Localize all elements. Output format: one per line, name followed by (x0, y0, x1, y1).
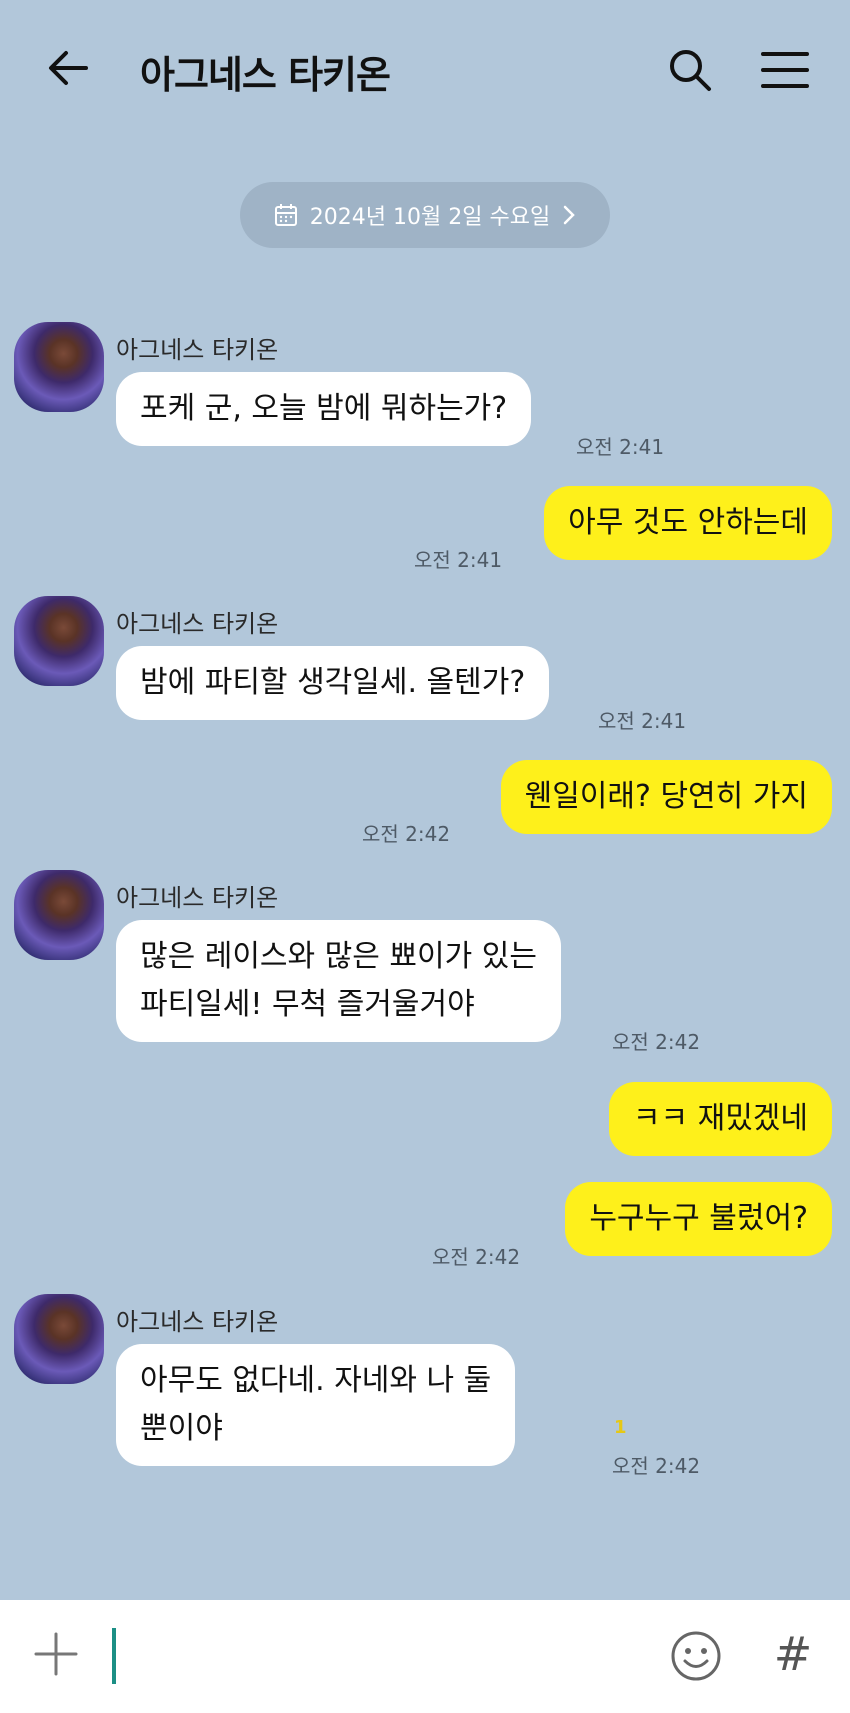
message-time: 오전 2:42 (612, 1454, 701, 1478)
message-line: 아무도 없다네. 자네와 나 둘 (140, 1363, 492, 1398)
avatar[interactable] (14, 870, 104, 960)
unread-count: 1 (614, 1417, 627, 1438)
outgoing-message[interactable]: 누구누구 불렀어? (565, 1182, 832, 1256)
sender-name: 아그네스 타키온 (116, 1308, 279, 1336)
message-line: 많은 레이스와 많은 뾰이가 있는 (140, 939, 537, 974)
message-input-bar: # (0, 1600, 850, 1713)
avatar[interactable] (14, 322, 104, 412)
date-divider[interactable]: 2024년 10월 2일 수요일 (240, 182, 610, 248)
chat-title: 아그네스 타키온 (140, 53, 391, 97)
message-time: 오전 2:41 (598, 709, 687, 733)
arrow-left-icon (49, 51, 88, 85)
emoji-icon (671, 1631, 721, 1681)
message-time: 오전 2:41 (576, 435, 665, 459)
chevron-right-icon (563, 205, 575, 225)
attach-button[interactable] (28, 1626, 84, 1682)
message-line: 뿐이야 (140, 1411, 223, 1446)
back-button[interactable] (40, 40, 96, 96)
hashtag-button[interactable]: # (765, 1626, 821, 1682)
sender-name: 아그네스 타키온 (116, 610, 279, 638)
sender-name: 아그네스 타키온 (116, 336, 279, 364)
outgoing-message[interactable]: ㅋㅋ 재밌겠네 (608, 1082, 832, 1156)
message-time: 오전 2:41 (414, 548, 503, 572)
plus-icon (34, 1632, 78, 1676)
chat-header: 아그네스 타키온 (0, 0, 850, 135)
incoming-message[interactable]: 많은 레이스와 많은 뾰이가 있는 파티일세! 무척 즐거울거야 (116, 920, 561, 1042)
calendar-icon (274, 204, 297, 226)
date-label: 2024년 10월 2일 수요일 (309, 205, 551, 230)
emoji-button[interactable] (668, 1628, 724, 1684)
message-time: 오전 2:42 (612, 1030, 701, 1054)
message-input[interactable] (112, 1628, 116, 1684)
message-time: 오전 2:42 (362, 822, 451, 846)
incoming-message[interactable]: 포케 군, 오늘 밤에 뭐하는가? (116, 372, 532, 446)
hamburger-menu-icon (761, 52, 809, 88)
message-line: 파티일세! 무척 즐거울거야 (140, 987, 475, 1022)
avatar[interactable] (14, 1294, 104, 1384)
incoming-message[interactable]: 밤에 파티할 생각일세. 올텐가? (116, 646, 550, 720)
outgoing-message[interactable]: 웬일이래? 당연히 가지 (500, 760, 832, 834)
search-button[interactable] (660, 40, 720, 100)
search-icon (670, 50, 711, 91)
incoming-message[interactable]: 아무도 없다네. 자네와 나 둘 뿐이야 (116, 1344, 516, 1466)
message-time: 오전 2:42 (432, 1245, 521, 1269)
sender-name: 아그네스 타키온 (116, 884, 279, 912)
menu-button[interactable] (755, 40, 815, 100)
avatar[interactable] (14, 596, 104, 686)
outgoing-message[interactable]: 아무 것도 안하는데 (544, 486, 832, 560)
